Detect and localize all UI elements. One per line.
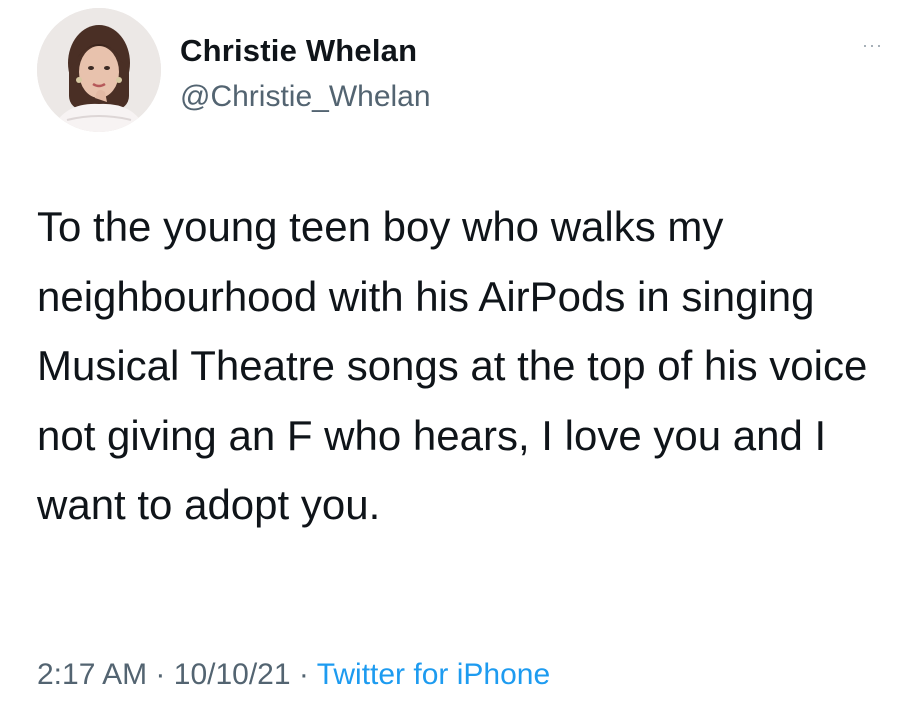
tweet-date[interactable]: 10/10/21	[174, 658, 291, 691]
ellipsis-icon[interactable]: ···	[862, 36, 883, 54]
tweet-card: Christie Whelan @Christie_Whelan ··· To …	[0, 0, 903, 718]
tweet-time[interactable]: 2:17 AM	[37, 658, 147, 691]
profile-photo-icon	[37, 8, 161, 132]
tweet-text: To the young teen boy who walks my neigh…	[37, 203, 868, 528]
author-display-name[interactable]: Christie Whelan	[180, 32, 417, 70]
metadata-separator: ·	[298, 658, 309, 691]
tweet-metadata: 2:17 AM · 10/10/21 · Twitter for iPhone	[37, 655, 550, 695]
tweet-source-link[interactable]: Twitter for iPhone	[317, 658, 550, 691]
author-handle[interactable]: @Christie_Whelan	[180, 78, 431, 116]
avatar[interactable]	[37, 8, 161, 132]
metadata-separator: ·	[155, 658, 166, 691]
